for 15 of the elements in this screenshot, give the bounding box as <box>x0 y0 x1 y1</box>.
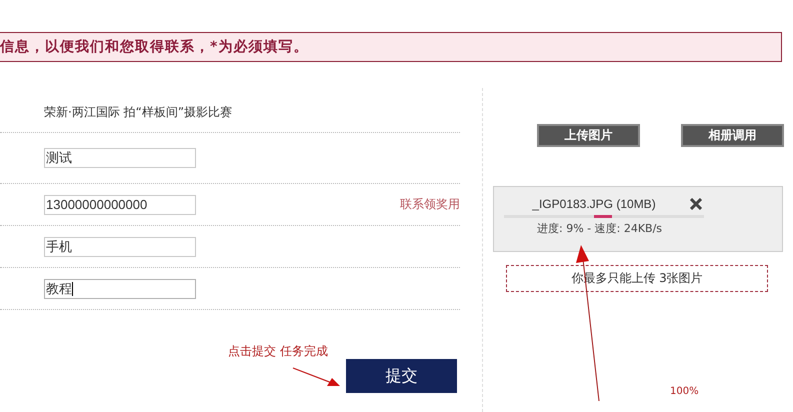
hint-text: 联系领奖用 <box>400 196 460 213</box>
contest-title: 荣新·两江国际 拍“样板间”摄影比赛 <box>44 104 232 120</box>
upload-button[interactable]: 上传图片 <box>537 124 640 147</box>
input-field[interactable]: 教程 <box>44 278 196 298</box>
upload-button[interactable]: 相册调用 <box>681 124 784 147</box>
annotation-text: 点击提交 任务完成 <box>228 343 328 360</box>
annotation-arrow <box>292 367 340 386</box>
close-icon[interactable] <box>690 198 702 210</box>
input-field[interactable]: 测试 <box>44 148 196 168</box>
input-field[interactable]: 手机 <box>44 236 196 256</box>
submit-button[interactable]: 提交 <box>346 359 457 393</box>
file-name: _IGP0183.JPG (10MB) <box>531 197 657 211</box>
progress-status: 进度: 9% - 速度: 24KB/s <box>536 221 664 236</box>
progress-label: 100% <box>670 386 699 397</box>
input-field[interactable]: 13000000000000 <box>44 194 196 214</box>
